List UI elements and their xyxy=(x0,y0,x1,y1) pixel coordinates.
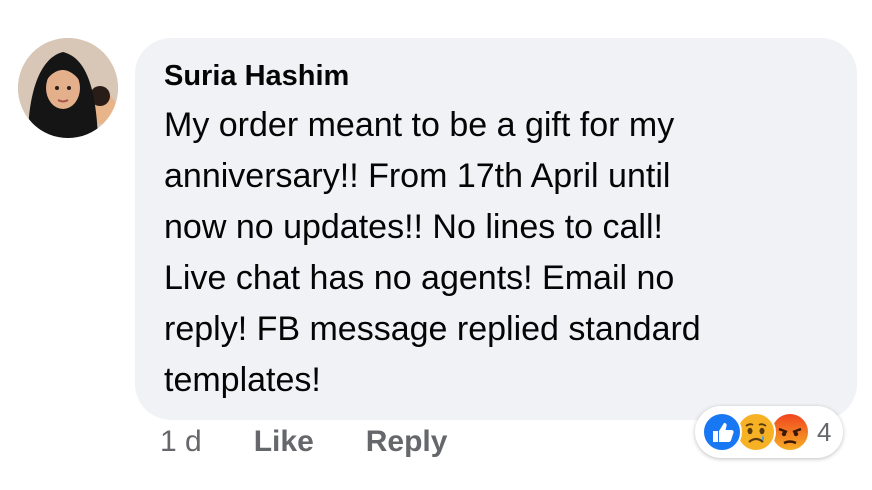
reactions-count: 4 xyxy=(817,416,832,447)
reply-button[interactable]: Reply xyxy=(366,425,448,459)
comment-timestamp[interactable]: 1 d xyxy=(160,425,202,459)
comment-actions: 1 d Like Reply xyxy=(160,425,447,459)
like-icon xyxy=(701,411,743,453)
comment-text: My order meant to be a gift for my anniv… xyxy=(164,106,701,399)
like-button[interactable]: Like xyxy=(254,425,314,459)
reactions-summary[interactable]: 4 xyxy=(695,406,844,458)
comment-author[interactable]: Suria Hashim xyxy=(164,58,831,94)
avatar[interactable] xyxy=(18,38,118,138)
comment-bubble: Suria Hashim My order meant to be a gift… xyxy=(135,38,857,420)
